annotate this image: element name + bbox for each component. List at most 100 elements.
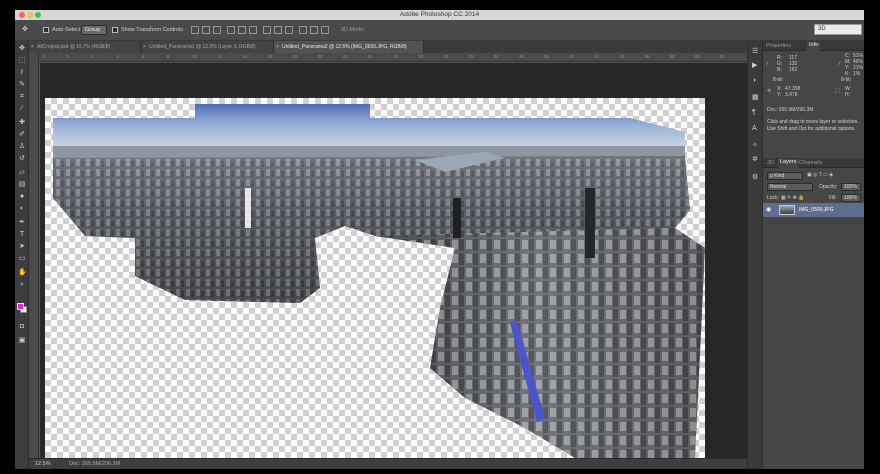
paragraph-icon[interactable]: ¶ [752,109,756,116]
layer-filter-icons[interactable]: ▣ ◎ T ▭ ◈ [807,172,833,178]
tab-label: Untitled_Panorama1 @ 12.5% (Layer 0, RGB… [149,44,256,50]
zoom-icon[interactable]: ⌕ [18,281,26,289]
marquee-icon[interactable]: ⬚ [18,57,26,65]
document-canvas[interactable] [45,98,705,458]
ruler-tick: 42 [594,54,600,59]
window-title: Adobe Photoshop CC 2014 [399,11,480,18]
info-tool-hint: Click and drag to move layer or selectio… [767,119,859,132]
blur-icon[interactable]: ● [18,193,26,201]
layer-row[interactable]: ◉ IMG_0500.JPG [763,203,864,217]
info-bit-left: 8-bit [773,77,783,83]
actions-icon[interactable]: ▶ [752,61,757,69]
ruler-tick: 40 [569,54,575,59]
gradient-icon[interactable]: ▤ [18,181,26,189]
styles-icon[interactable]: ✧ [752,141,758,149]
close-tab-icon[interactable]: × [143,44,146,50]
hand-icon[interactable]: ✋ [18,269,27,277]
type-icon[interactable]: T [18,231,26,239]
character-icon[interactable]: A [752,125,757,132]
close-tab-icon[interactable]: × [276,44,279,50]
swatches-icon[interactable]: ▦ [752,93,759,101]
path-select-icon[interactable]: ➤ [18,243,26,251]
ruler-tick: 48 [669,54,675,59]
zoom-level[interactable]: 12.5% [35,461,51,467]
fill-label: Fill: [829,195,837,201]
info-bit-right: 8-bit [841,77,851,83]
ruler-tick: 16 [267,54,273,59]
eraser-icon[interactable]: ▱ [18,169,26,177]
eyedropper-icon: ⁄ [767,61,768,67]
workspace-switcher[interactable]: 3D [814,24,862,35]
eye-icon[interactable]: ◉ [766,206,771,213]
distribute-vcenter-icon[interactable] [274,26,282,34]
layer-thumbnail[interactable] [779,205,795,215]
healing-icon[interactable]: ✚ [18,119,26,127]
ruler-tick: 50 [694,54,700,59]
lasso-icon[interactable]: ℓ [18,69,26,77]
quick-mask-icon[interactable]: ◘ [18,323,26,331]
tab-allcroped[interactable]: × AllCroped.psd @ 16.7% (RGB/8) [29,41,141,53]
pen-icon[interactable]: ✒ [18,219,26,227]
align-hcenter-icon[interactable] [238,26,246,34]
auto-select-checkbox[interactable] [43,27,49,33]
ruler-tick: 26 [393,54,399,59]
align-right-icon[interactable] [249,26,257,34]
tab-properties[interactable]: Properties [766,43,791,49]
lock-icons[interactable]: ▦ ✎ ✥ 🔒 [781,195,805,201]
distribute-bottom-icon[interactable] [285,26,293,34]
adjustments-icon[interactable]: ◑ [752,77,756,84]
eyedropper-icon[interactable]: ⁄ [18,105,26,113]
title-bar: Adobe Photoshop CC 2014 [15,10,864,20]
ruler-tick: -2 [41,54,46,59]
eyedropper-icon: ⁄ [839,61,840,67]
history-brush-icon[interactable]: ↺ [18,155,26,163]
ruler-tick: 14 [242,54,248,59]
brush-icon[interactable]: ✐ [18,131,26,139]
quick-select-icon[interactable]: ✎ [18,81,26,89]
align-vcenter-icon[interactable] [202,26,210,34]
distribute-top-icon[interactable] [263,26,271,34]
move-icon[interactable]: ✥ [18,45,26,53]
ruler-tick: 46 [644,54,650,59]
rectangle-icon[interactable]: ▭ [18,255,26,263]
distribute-hcenter-icon[interactable] [310,26,318,34]
distribute-right-icon[interactable] [321,26,329,34]
align-left-icon[interactable] [227,26,235,34]
vertical-ruler[interactable] [29,53,39,458]
ruler-tick: 28 [418,54,424,59]
brush-presets-icon[interactable]: ✲ [752,155,758,163]
screen-mode-icon[interactable]: ▣ [18,337,26,345]
align-bottom-icon[interactable] [213,26,221,34]
tab-untitled-panorama2[interactable]: × Untitled_Panorama2 @ 12.5% (IMG_0500.J… [274,41,424,53]
tab-channels[interactable]: Channels [799,160,822,166]
tab-layers[interactable]: Layers [778,159,799,168]
align-top-icon[interactable] [191,26,199,34]
distribute-left-icon[interactable] [299,26,307,34]
layer-name[interactable]: IMG_0500.JPG [799,207,833,213]
auto-select-dropdown[interactable]: Group [81,25,107,35]
document-size[interactable]: Doc: 265.9M/296.3M [69,461,120,467]
blend-mode-dropdown[interactable]: Normal [767,183,813,191]
close-tab-icon[interactable]: × [31,44,34,50]
show-transform-label: Show Transform Controls [121,27,184,33]
status-bar: 12.5% Doc: 265.9M/296.3M [29,458,747,469]
crop-icon[interactable]: ⌗ [18,93,26,101]
lock-label: Lock: [767,195,779,201]
foreground-color-swatch[interactable] [17,303,24,310]
clone-stamp-icon[interactable]: ♙ [18,143,26,151]
fill-field[interactable]: 100% [841,194,861,202]
tab-info[interactable]: Info [807,42,821,51]
opacity-field[interactable]: 100% [841,183,861,191]
dodge-icon[interactable]: ◐ [18,205,26,213]
show-transform-checkbox[interactable] [112,27,118,33]
tab-3d[interactable]: 3D [767,160,774,166]
tool-presets-icon[interactable]: ⚙ [752,173,758,181]
ruler-tick: 12 [217,54,223,59]
move-tool-preset-icon[interactable]: ✥ [21,26,29,34]
ruler-tick: 20 [317,54,323,59]
horizontal-ruler[interactable]: -2 0 2 4 6 8 10 12 14 16 18 20 22 24 26 28 30 32 34 36 38 40 4… [39,53,747,62]
layer-filter-dropdown[interactable]: ρ Kind [767,172,803,180]
history-icon[interactable]: ☰ [752,47,758,55]
tab-untitled-panorama1[interactable]: × Untitled_Panorama1 @ 12.5% (Layer 0, R… [141,41,274,53]
ruler-tick: 4 [116,54,119,59]
